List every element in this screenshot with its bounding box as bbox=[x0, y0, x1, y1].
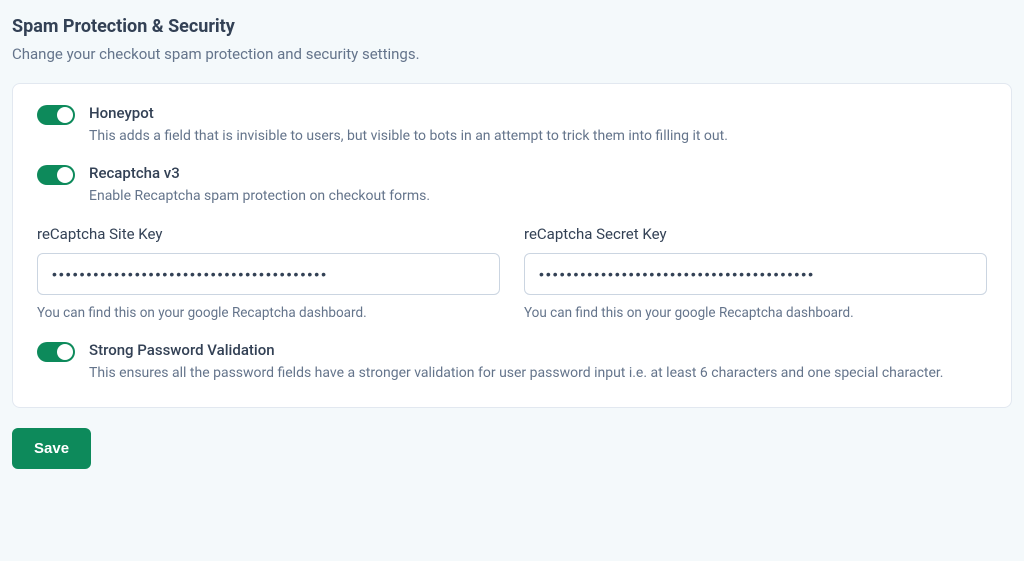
site-key-field: reCaptcha Site Key You can find this on … bbox=[37, 225, 500, 321]
recaptcha-text: Recaptcha v3 Enable Recaptcha spam prote… bbox=[89, 164, 987, 206]
strong-password-text: Strong Password Validation This ensures … bbox=[89, 341, 987, 383]
secret-key-input[interactable] bbox=[524, 253, 987, 295]
recaptcha-description: Enable Recaptcha spam protection on chec… bbox=[89, 186, 987, 206]
secret-key-field: reCaptcha Secret Key You can find this o… bbox=[524, 225, 987, 321]
honeypot-text: Honeypot This adds a field that is invis… bbox=[89, 104, 987, 146]
honeypot-setting: Honeypot This adds a field that is invis… bbox=[37, 104, 987, 146]
settings-card: Honeypot This adds a field that is invis… bbox=[12, 83, 1012, 408]
save-button[interactable]: Save bbox=[12, 428, 91, 469]
recaptcha-keys-row: reCaptcha Site Key You can find this on … bbox=[37, 225, 987, 321]
strong-password-setting: Strong Password Validation This ensures … bbox=[37, 341, 987, 383]
honeypot-toggle[interactable] bbox=[37, 105, 75, 125]
page-subtitle: Change your checkout spam protection and… bbox=[12, 45, 1012, 63]
honeypot-label: Honeypot bbox=[89, 104, 987, 122]
recaptcha-setting: Recaptcha v3 Enable Recaptcha spam prote… bbox=[37, 164, 987, 206]
secret-key-hint: You can find this on your google Recaptc… bbox=[524, 305, 987, 321]
site-key-hint: You can find this on your google Recaptc… bbox=[37, 305, 500, 321]
page-title: Spam Protection & Security bbox=[12, 16, 1012, 37]
strong-password-toggle[interactable] bbox=[37, 342, 75, 362]
site-key-label: reCaptcha Site Key bbox=[37, 225, 500, 243]
toggle-knob bbox=[57, 167, 73, 183]
honeypot-description: This adds a field that is invisible to u… bbox=[89, 126, 987, 146]
strong-password-description: This ensures all the password fields hav… bbox=[89, 363, 987, 383]
site-key-input[interactable] bbox=[37, 253, 500, 295]
recaptcha-label: Recaptcha v3 bbox=[89, 164, 987, 182]
toggle-knob bbox=[57, 344, 73, 360]
recaptcha-toggle[interactable] bbox=[37, 165, 75, 185]
toggle-knob bbox=[57, 107, 73, 123]
secret-key-label: reCaptcha Secret Key bbox=[524, 225, 987, 243]
strong-password-label: Strong Password Validation bbox=[89, 341, 987, 359]
